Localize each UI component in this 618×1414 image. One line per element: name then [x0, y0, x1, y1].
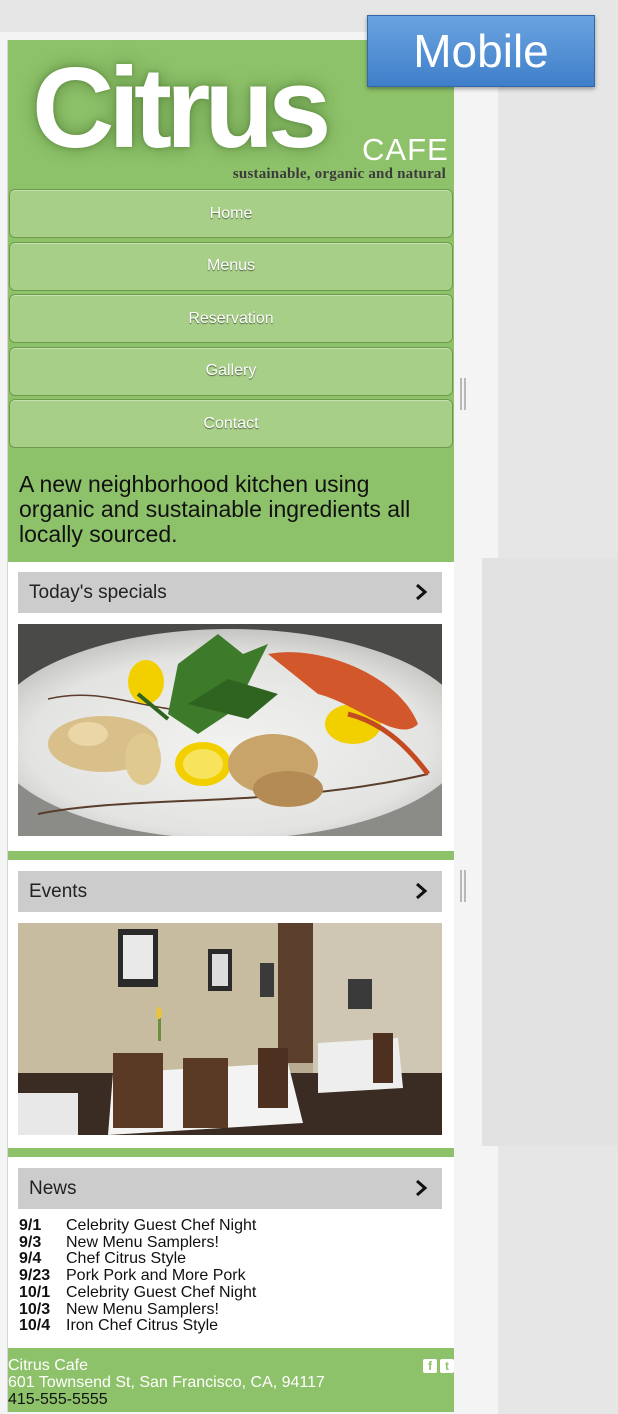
resize-handle[interactable] [460, 870, 466, 902]
section-title: Events [29, 880, 88, 902]
news-header[interactable]: News [18, 1168, 442, 1209]
footer-address: 601 Townsend St, San Francisco, CA, 9411… [8, 1374, 325, 1391]
section-divider [8, 1148, 454, 1157]
news-item[interactable]: 10/3 New Menu Samplers! [19, 1300, 256, 1319]
twitter-icon[interactable]: t [440, 1359, 454, 1373]
logo-cafe-suffix: CAFE [362, 132, 449, 167]
news-list: 9/1 Celebrity Guest Chef Night 9/3 New M… [19, 1217, 257, 1335]
resize-handle[interactable] [460, 378, 466, 410]
news-item[interactable]: 10/1 Celebrity Guest Chef Night [19, 1283, 257, 1302]
mobile-page: Citrus CAFE sustainable, organic and nat… [7, 40, 454, 1412]
news-title: Chef Citrus Style [66, 1250, 187, 1268]
events-header[interactable]: Events [18, 871, 442, 912]
news-date: 10/3 [19, 1300, 51, 1318]
facebook-icon[interactable]: f [423, 1359, 437, 1373]
news-item[interactable]: 10/4 Iron Chef Citrus Style [19, 1318, 256, 1335]
news-item[interactable]: 9/23 Pork Pork and More Pork [19, 1267, 256, 1285]
news-item[interactable]: 9/4 Chef Citrus Style [19, 1251, 256, 1268]
section-title: News [29, 1177, 77, 1199]
news-date: 10/1 [19, 1283, 51, 1301]
footer: Citrus Cafe 601 Townsend St, San Francis… [8, 1348, 454, 1412]
social-links: f t [423, 1359, 454, 1373]
seafood-dish-image [18, 624, 442, 836]
tagline: sustainable, organic and natural [232, 166, 446, 182]
mobile-view-badge[interactable]: Mobile [367, 15, 595, 87]
intro-text: A new neighborhood kitchen using organic… [19, 471, 411, 547]
logo-wordmark[interactable]: Citrus [32, 52, 331, 166]
news-title: New Menu Samplers! [66, 1233, 219, 1251]
todays-specials-photo[interactable] [18, 624, 442, 836]
nav-contact-button[interactable]: Contact [9, 399, 453, 448]
chevron-right-icon [416, 583, 428, 601]
preview-gutter [482, 558, 618, 1146]
news-date: 9/4 [19, 1250, 42, 1268]
news-item[interactable]: 9/3 New Menu Samplers! [19, 1233, 256, 1252]
main-nav: Home Menus Reservation Gallery Contact [9, 189, 453, 452]
dining-room-image [18, 923, 442, 1135]
news-date: 9/23 [19, 1267, 51, 1285]
news-item[interactable]: 9/1 Celebrity Guest Chef Night [19, 1217, 257, 1235]
news-title: Celebrity Guest Chef Night [66, 1283, 257, 1301]
news-title: Pork Pork and More Pork [66, 1267, 246, 1285]
footer-phone[interactable]: 415-555-5555 [8, 1391, 108, 1408]
header: Citrus CAFE sustainable, organic and nat… [8, 40, 454, 562]
news-date: 9/1 [19, 1217, 42, 1234]
news-title: Celebrity Guest Chef Night [66, 1217, 257, 1234]
section-divider [8, 851, 454, 860]
news-date: 10/4 [19, 1317, 51, 1335]
news-title: New Menu Samplers! [66, 1300, 219, 1318]
nav-reservation-button[interactable]: Reservation [9, 294, 453, 343]
chevron-right-icon [416, 1179, 428, 1197]
todays-specials-header[interactable]: Today's specials [18, 572, 442, 613]
section-title: Today's specials [29, 581, 167, 603]
chevron-right-icon [416, 882, 428, 900]
news-date: 9/3 [19, 1233, 42, 1251]
nav-menus-button[interactable]: Menus [9, 241, 453, 291]
nav-home-button[interactable]: Home [9, 189, 453, 238]
nav-gallery-button[interactable]: Gallery [9, 346, 453, 396]
news-title: Iron Chef Citrus Style [66, 1317, 219, 1335]
footer-name: Citrus Cafe [8, 1357, 89, 1374]
events-photo[interactable] [18, 923, 442, 1135]
